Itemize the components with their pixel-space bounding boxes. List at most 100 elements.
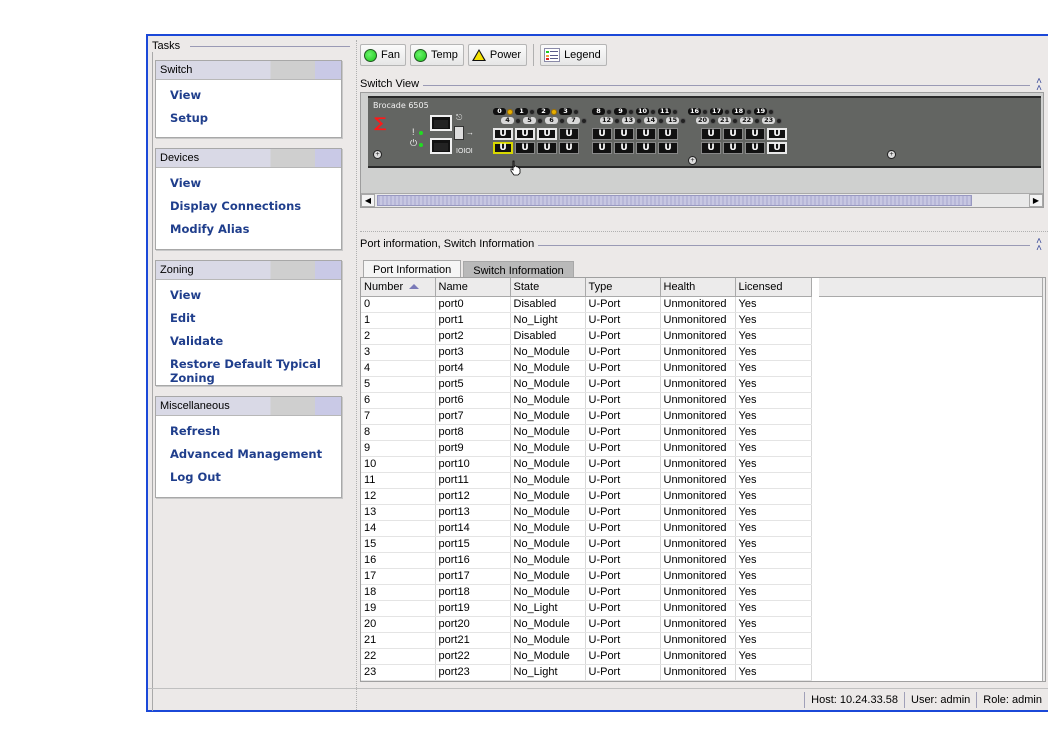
table-cell-licensed: Yes xyxy=(735,584,812,601)
tab-switch-information[interactable]: Switch Information xyxy=(463,261,574,278)
power-status-button[interactable]: Power xyxy=(467,44,528,66)
port-status-led: 11 xyxy=(658,108,679,115)
table-cell-name: port19 xyxy=(435,600,511,617)
zoning-validate-link[interactable]: Validate xyxy=(170,334,341,357)
switch-port-12[interactable]: U xyxy=(592,142,612,154)
table-cell-licensed: Yes xyxy=(735,344,812,361)
mgmt-ethernet-port[interactable] xyxy=(430,115,452,131)
table-row[interactable]: 9 port9 No_Module U-Port Unmonitored Yes xyxy=(361,440,812,457)
table-cell-type: U-Port xyxy=(585,536,661,553)
column-header-type[interactable]: Type xyxy=(585,278,661,297)
table-row[interactable]: 5 port5 No_Module U-Port Unmonitored Yes xyxy=(361,376,812,393)
table-row[interactable]: 10 port10 No_Module U-Port Unmonitored Yes xyxy=(361,456,812,473)
switch-port-2[interactable]: U xyxy=(537,128,557,140)
table-row[interactable]: 20 port20 No_Module U-Port Unmonitored Yes xyxy=(361,616,812,633)
switch-port-9[interactable]: U xyxy=(614,128,634,140)
attention-icon: ! xyxy=(412,127,415,137)
switch-port-6[interactable]: U xyxy=(537,142,557,154)
port-status-led: 16 xyxy=(688,108,709,115)
table-cell-type: U-Port xyxy=(585,472,661,489)
switch-port-0[interactable]: U xyxy=(493,128,513,140)
switch-port-17[interactable]: U xyxy=(723,128,743,140)
switch-port-20[interactable]: U xyxy=(701,142,721,154)
column-header-health[interactable]: Health xyxy=(660,278,736,297)
table-row[interactable]: 0 port0 Disabled U-Port Unmonitored Yes xyxy=(361,296,812,313)
table-row[interactable]: 21 port21 No_Module U-Port Unmonitored Yes xyxy=(361,632,812,649)
table-row[interactable]: 18 port18 No_Module U-Port Unmonitored Yes xyxy=(361,584,812,601)
table-row[interactable]: 19 port19 No_Light U-Port Unmonitored Yes xyxy=(361,600,812,617)
table-row[interactable]: 6 port6 No_Module U-Port Unmonitored Yes xyxy=(361,392,812,409)
task-group-header[interactable]: Devices xyxy=(156,149,341,168)
column-header-licensed[interactable]: Licensed xyxy=(735,278,812,297)
switch-port-22[interactable]: U xyxy=(745,142,765,154)
table-cell-licensed: Yes xyxy=(735,440,812,457)
switch-port-19[interactable]: U xyxy=(767,128,787,140)
table-row[interactable]: 15 port15 No_Module U-Port Unmonitored Yes xyxy=(361,536,812,553)
column-header-number[interactable]: Number xyxy=(361,278,436,297)
scrollbar-thumb[interactable] xyxy=(377,195,972,206)
switch-view-link[interactable]: View xyxy=(170,88,341,111)
panel-splitter[interactable] xyxy=(356,40,357,710)
legend-button[interactable]: Legend xyxy=(540,44,607,66)
scroll-left-button[interactable]: ◀ xyxy=(361,194,375,207)
restore-default-zoning-link[interactable]: Restore Default Typical Zoning xyxy=(170,357,341,385)
table-row[interactable]: 17 port17 No_Module U-Port Unmonitored Yes xyxy=(361,568,812,585)
switch-port-5[interactable]: U xyxy=(515,142,535,154)
switch-port-10[interactable]: U xyxy=(636,128,656,140)
collapse-switch-view-icon[interactable]: ˄ ˄ xyxy=(1034,77,1044,94)
display-connections-link[interactable]: Display Connections xyxy=(170,199,341,222)
switch-port-8[interactable]: U xyxy=(592,128,612,140)
power-icon: ⏻ xyxy=(410,138,418,148)
table-row[interactable]: 22 port22 No_Module U-Port Unmonitored Yes xyxy=(361,648,812,665)
task-group-header[interactable]: Miscellaneous xyxy=(156,397,341,416)
table-row[interactable]: 23 port23 No_Light U-Port Unmonitored Yes xyxy=(361,664,812,681)
switch-port-23[interactable]: U xyxy=(767,142,787,154)
table-row[interactable]: 4 port4 No_Module U-Port Unmonitored Yes xyxy=(361,360,812,377)
modify-alias-link[interactable]: Modify Alias xyxy=(170,222,341,245)
table-cell-health: Unmonitored xyxy=(660,360,736,377)
advanced-management-link[interactable]: Advanced Management xyxy=(170,447,341,470)
table-cell-type: U-Port xyxy=(585,584,661,601)
temp-status-button[interactable]: Temp xyxy=(409,44,464,66)
table-row[interactable]: 3 port3 No_Module U-Port Unmonitored Yes xyxy=(361,344,812,361)
switch-setup-link[interactable]: Setup xyxy=(170,111,341,134)
table-row[interactable]: 7 port7 No_Module U-Port Unmonitored Yes xyxy=(361,408,812,425)
table-row[interactable]: 1 port1 No_Light U-Port Unmonitored Yes xyxy=(361,312,812,329)
switch-port-1[interactable]: U xyxy=(515,128,535,140)
table-row[interactable]: 11 port11 No_Module U-Port Unmonitored Yes xyxy=(361,472,812,489)
switch-port-3[interactable]: U xyxy=(559,128,579,140)
column-header-state[interactable]: State xyxy=(510,278,586,297)
switch-port-18[interactable]: U xyxy=(745,128,765,140)
task-group-header[interactable]: Zoning xyxy=(156,261,341,280)
switch-port-16[interactable]: U xyxy=(701,128,721,140)
section-splitter[interactable] xyxy=(360,231,1048,232)
switch-port-21[interactable]: U xyxy=(723,142,743,154)
switch-port-14[interactable]: U xyxy=(636,142,656,154)
table-cell-licensed: Yes xyxy=(735,536,812,553)
column-header-name[interactable]: Name xyxy=(435,278,511,297)
table-row[interactable]: 16 port16 No_Module U-Port Unmonitored Yes xyxy=(361,552,812,569)
switch-view-horizontal-scrollbar[interactable]: ◀ ▶ xyxy=(361,193,1043,207)
log-out-link[interactable]: Log Out xyxy=(170,470,341,493)
table-cell-health: Unmonitored xyxy=(660,600,736,617)
table-row[interactable]: 12 port12 No_Module U-Port Unmonitored Yes xyxy=(361,488,812,505)
table-row[interactable]: 2 port2 Disabled U-Port Unmonitored Yes xyxy=(361,328,812,345)
fan-status-button[interactable]: Fan xyxy=(360,44,406,66)
switch-port-11[interactable]: U xyxy=(658,128,678,140)
switch-port-13[interactable]: U xyxy=(614,142,634,154)
switch-port-7[interactable]: U xyxy=(559,142,579,154)
serial-port[interactable] xyxy=(430,138,452,154)
task-group-header[interactable]: Switch xyxy=(156,61,341,80)
usb-port[interactable] xyxy=(454,126,464,140)
refresh-link[interactable]: Refresh xyxy=(170,424,341,447)
table-row[interactable]: 14 port14 No_Module U-Port Unmonitored Yes xyxy=(361,520,812,537)
table-row[interactable]: 13 port13 No_Module U-Port Unmonitored Yes xyxy=(361,504,812,521)
switch-port-4[interactable]: U xyxy=(493,142,513,154)
collapse-port-info-icon[interactable]: ˄ ˄ xyxy=(1034,237,1044,254)
zoning-view-link[interactable]: View xyxy=(170,288,341,311)
devices-view-link[interactable]: View xyxy=(170,176,341,199)
scroll-right-button[interactable]: ▶ xyxy=(1029,194,1043,207)
switch-port-15[interactable]: U xyxy=(658,142,678,154)
zoning-edit-link[interactable]: Edit xyxy=(170,311,341,334)
table-row[interactable]: 8 port8 No_Module U-Port Unmonitored Yes xyxy=(361,424,812,441)
